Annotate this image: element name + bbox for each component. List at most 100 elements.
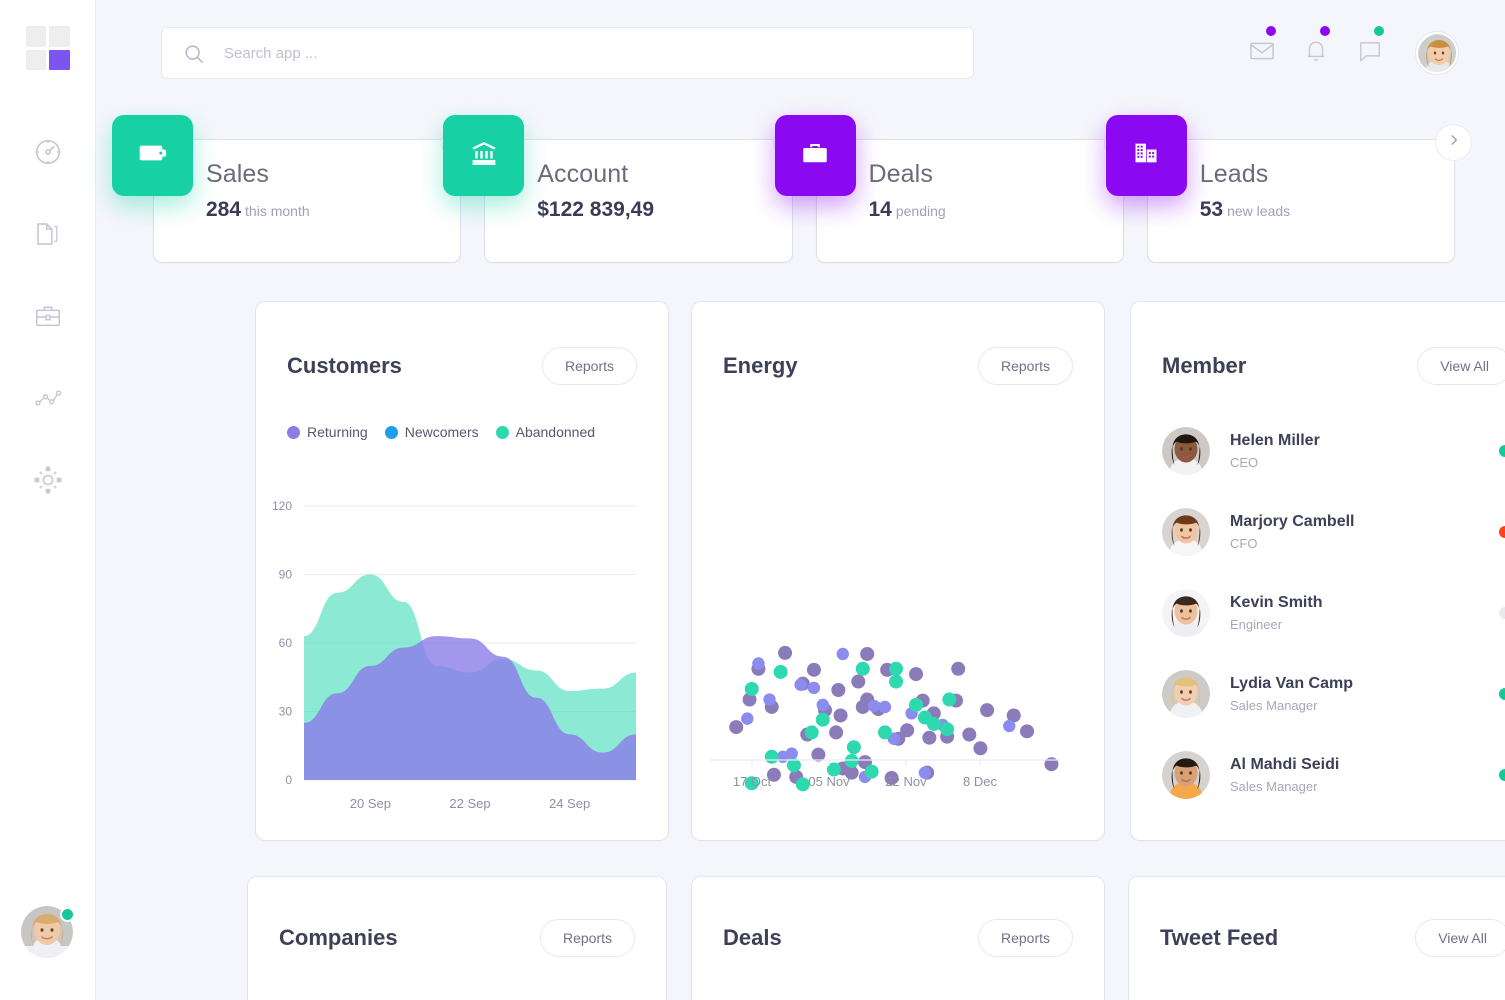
- member-info: Marjory Cambell CFO: [1230, 513, 1499, 551]
- scatter-point: [867, 699, 881, 713]
- member-row[interactable]: Al Mahdi Seidi Sales Manager: [1162, 734, 1505, 815]
- sidebar-item-settings[interactable]: [25, 460, 71, 500]
- stat-subline: 53 new leads: [1200, 198, 1290, 222]
- scatter-point: [846, 740, 861, 755]
- companies-reports-button[interactable]: Reports: [539, 919, 635, 957]
- avatar: [1162, 588, 1210, 637]
- stat-card-sales[interactable]: Sales 284 this month: [112, 115, 479, 262]
- energy-panel: Energy Reports 17 Oct 05 Nov 22 Nov 8 Dec: [692, 302, 1104, 840]
- status-badge: [1499, 606, 1505, 619]
- profile-avatar[interactable]: [1416, 32, 1458, 74]
- customers-reports-button[interactable]: Reports: [541, 347, 637, 385]
- page-title: Tweet Feed: [1160, 925, 1279, 950]
- scatter-point: [831, 683, 846, 697]
- member-row[interactable]: Helen Miller CEO: [1162, 410, 1505, 491]
- scatter-point: [752, 657, 765, 670]
- member-role: CEO: [1230, 454, 1259, 470]
- stat-unit: new leads: [1227, 203, 1291, 219]
- scatter-point: [804, 725, 819, 740]
- scatter-point: [889, 674, 904, 689]
- main-content: Sales 284this month: [95, 0, 1505, 1000]
- sidebar-item-dashboard[interactable]: [25, 132, 71, 172]
- sidebar-item-analytics[interactable]: [25, 378, 71, 418]
- scatter-point: [951, 661, 966, 676]
- stat-card-body: Account $122 839,49: [537, 160, 658, 222]
- scatter-point: [794, 678, 807, 691]
- notifications-button[interactable]: [1301, 26, 1331, 68]
- scatter-point: [909, 697, 924, 712]
- stat-title: Deals: [868, 160, 933, 188]
- member-view-all-button[interactable]: View All: [1417, 347, 1505, 385]
- legend-item-abandonned[interactable]: Abandonned: [495, 424, 596, 440]
- stat-card-leads[interactable]: Leads 53 new leads: [1105, 115, 1472, 262]
- status-badge: [1499, 444, 1505, 457]
- scatter-point: [940, 722, 955, 737]
- briefcase-icon: [33, 301, 63, 331]
- mail-badge: [1266, 26, 1276, 36]
- tweet-view-all-button[interactable]: View All: [1415, 919, 1505, 957]
- logo-tile-1: [25, 26, 46, 47]
- scatter-point: [833, 708, 848, 723]
- page-title: Member: [1162, 353, 1247, 378]
- member-row[interactable]: Lydia Van Camp Sales Manager: [1162, 653, 1505, 734]
- energy-reports-button[interactable]: Reports: [977, 347, 1073, 385]
- stat-card-arrow-button[interactable]: [1435, 124, 1472, 161]
- member-role: Engineer: [1230, 616, 1283, 632]
- page-title: Companies: [279, 925, 398, 950]
- sidebar-item-projects[interactable]: [25, 296, 71, 336]
- member-role: Sales Manager: [1230, 778, 1318, 794]
- scatter-point: [855, 661, 870, 676]
- status-badge: [1499, 525, 1505, 538]
- scatter-point: [864, 764, 879, 779]
- member-row[interactable]: Kevin Smith Engineer: [1162, 572, 1505, 653]
- y-axis-tick-label: 60: [279, 636, 293, 650]
- legend-item-returning[interactable]: Returning: [287, 424, 368, 440]
- legend-label: Abandonned: [515, 424, 596, 440]
- legend-item-newcomers[interactable]: Newcomers: [384, 424, 479, 440]
- scatter-point: [741, 712, 754, 725]
- scatter-point: [980, 703, 995, 718]
- scatter-point: [844, 754, 859, 769]
- panel-header: Energy Reports: [723, 347, 1073, 385]
- scatter-point: [1020, 724, 1035, 739]
- member-name: Kevin Smith: [1230, 593, 1323, 611]
- member-name: Al Mahdi Seidi: [1230, 755, 1340, 773]
- legend-label: Returning: [307, 424, 368, 440]
- sidebar-item-documents[interactable]: [25, 214, 71, 254]
- tweet-feed-panel: Tweet Feed View All: [1129, 877, 1505, 1000]
- logo-tile-3: [25, 49, 46, 70]
- member-info: Lydia Van Camp Sales Manager: [1230, 675, 1499, 713]
- search-bar[interactable]: [161, 27, 974, 79]
- customers-panel: Customers Reports Returning Newcomers Ab…: [256, 302, 668, 840]
- messages-button[interactable]: [1355, 26, 1385, 68]
- stat-value: $122 839,49: [537, 198, 655, 221]
- header-actions: [1247, 26, 1458, 74]
- app-logo[interactable]: [25, 26, 70, 70]
- x-axis-tick-label: 17 Oct: [733, 774, 772, 789]
- scatter-point: [773, 664, 788, 679]
- deals-reports-button[interactable]: Reports: [977, 919, 1073, 957]
- briefcase-icon-tile: [774, 115, 856, 196]
- panel-header: Companies Reports: [279, 919, 635, 957]
- y-axis-tick-label: 0: [285, 773, 292, 787]
- scatter-point: [829, 725, 844, 740]
- status-badge: [1499, 687, 1505, 700]
- avatar: [1162, 507, 1210, 556]
- scatter-point: [1003, 719, 1016, 733]
- member-info: Al Mahdi Seidi Sales Manager: [1230, 756, 1499, 794]
- member-panel: Member View All Helen Miller CEO Marjory C…: [1131, 302, 1505, 840]
- stat-title: Sales: [206, 160, 270, 188]
- sidebar-user-avatar[interactable]: [21, 906, 75, 958]
- scatter-point: [1044, 757, 1059, 772]
- page-title: Customers: [287, 353, 402, 378]
- mail-button[interactable]: [1247, 26, 1277, 68]
- member-name: Helen Miller: [1230, 431, 1320, 449]
- wallet-icon: [137, 137, 169, 174]
- stat-subline: 284 this month: [206, 198, 310, 222]
- stat-card-account[interactable]: Account $122 839,49: [443, 115, 810, 262]
- search-input[interactable]: [224, 33, 924, 73]
- stat-card-deals[interactable]: Deals 14 pending: [774, 115, 1141, 262]
- x-axis-tick-label: 8 Dec: [963, 774, 997, 789]
- member-row[interactable]: Marjory Cambell CFO: [1162, 491, 1505, 572]
- stat-value: 14: [868, 198, 892, 221]
